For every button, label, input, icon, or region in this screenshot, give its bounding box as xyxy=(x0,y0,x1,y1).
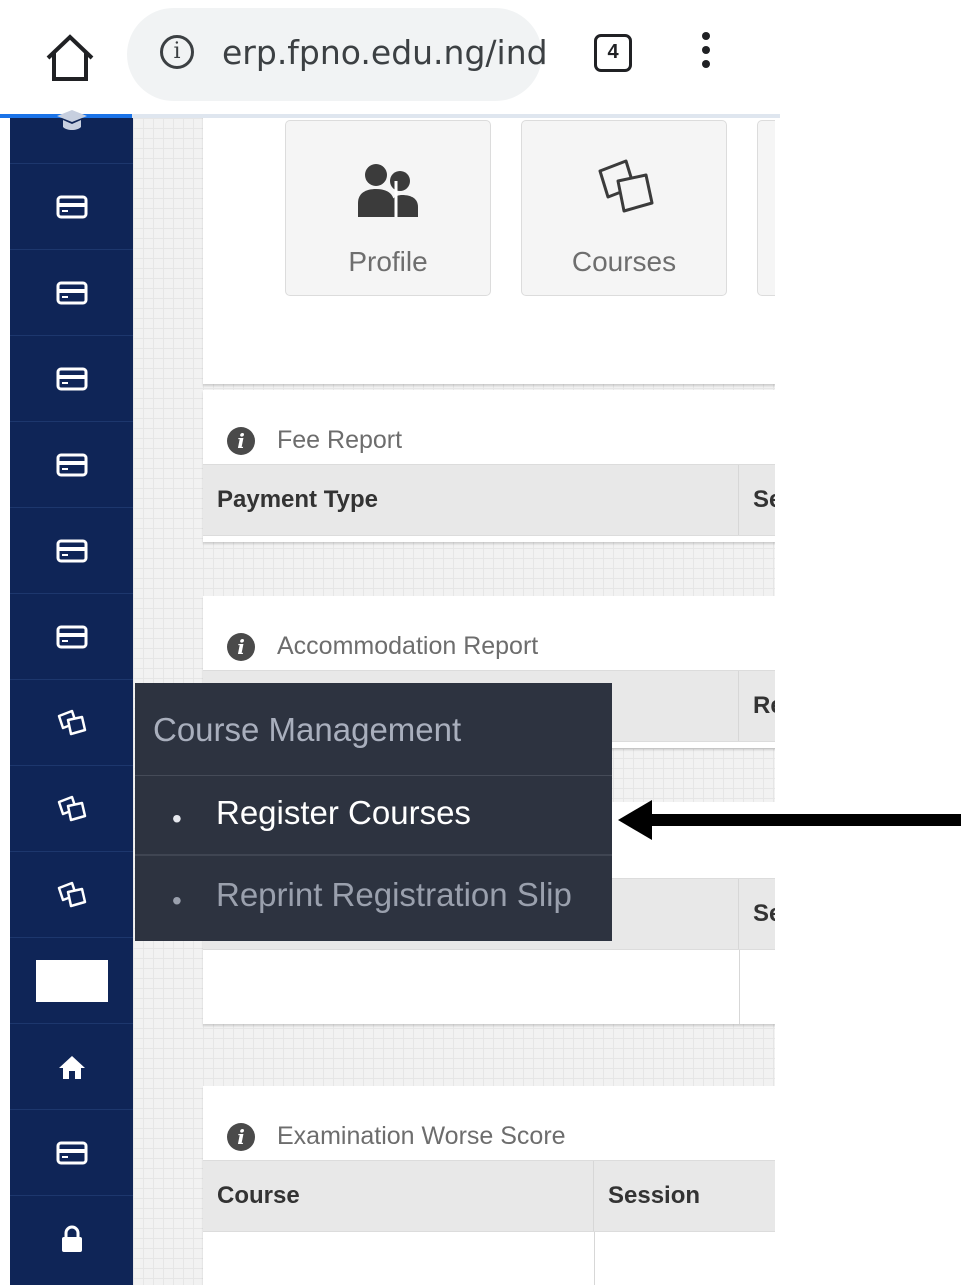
exam-report-heading: i Examination Worse Score xyxy=(227,1122,566,1152)
info-circle-icon: i xyxy=(227,427,255,456)
lock-icon xyxy=(61,1225,82,1252)
exam-report-title: Examination Worse Score xyxy=(277,1122,566,1150)
column-session: Se xyxy=(753,900,775,927)
column-room: Re xyxy=(753,692,775,719)
dropdown-divider xyxy=(135,854,612,856)
book-pages-icon xyxy=(598,159,654,213)
book-pages-icon xyxy=(57,709,86,735)
credit-card-icon xyxy=(56,453,87,476)
register-courses-item[interactable]: • Register Courses xyxy=(135,776,612,856)
next-shortcut[interactable] xyxy=(757,120,775,296)
info-icon[interactable]: i xyxy=(160,35,194,69)
sidebar-item-card-3[interactable] xyxy=(10,336,133,422)
courses-label: Courses xyxy=(571,246,677,277)
bullet: • xyxy=(172,885,182,916)
credit-card-icon xyxy=(56,367,87,390)
accommodation-report-heading: i Accommodation Report xyxy=(227,632,539,662)
profile-shortcut[interactable]: Profile xyxy=(285,120,491,296)
sidebar-item-card-1[interactable] xyxy=(10,164,133,250)
profile-label: Profile xyxy=(348,246,428,277)
credit-card-icon xyxy=(56,281,87,304)
blank-box xyxy=(35,959,108,1002)
sidebar-item-courses-3[interactable] xyxy=(10,852,133,938)
fee-report-title: Fee Report xyxy=(277,426,403,454)
tab-count-button[interactable]: 4 xyxy=(594,34,632,72)
info-circle-icon: i xyxy=(227,633,255,662)
credit-card-icon xyxy=(56,1141,87,1164)
reprint-registration-slip-item[interactable]: • Reprint Registration Slip xyxy=(135,858,612,938)
sidebar-item-courses-1[interactable] xyxy=(10,680,133,766)
column-divider xyxy=(739,950,740,1024)
register-courses-label: Register Courses xyxy=(216,794,471,831)
home-icon xyxy=(58,1055,85,1079)
credit-card-icon xyxy=(56,625,87,648)
credit-card-icon xyxy=(56,195,87,218)
info-circle-icon: i xyxy=(227,1123,255,1152)
sidebar-item-lock[interactable] xyxy=(10,1196,133,1282)
sidebar-item-courses-2[interactable] xyxy=(10,766,133,852)
column-divider xyxy=(594,1232,595,1285)
graduation-cap-icon[interactable] xyxy=(10,78,133,164)
courses-shortcut[interactable]: Courses xyxy=(521,120,727,296)
pointer-arrow-icon xyxy=(618,800,961,840)
sidebar-item-card-4[interactable] xyxy=(10,422,133,508)
sidebar-item-home[interactable] xyxy=(10,1024,133,1110)
url-text[interactable]: erp.fpno.edu.ng/ind xyxy=(222,33,548,72)
kebab-menu-icon[interactable] xyxy=(698,32,714,76)
column-session: Session xyxy=(608,1182,701,1209)
fee-report-heading: i Fee Report xyxy=(227,426,403,456)
exam-report-panel: i Examination Worse Score Course Session xyxy=(203,1086,775,1285)
column-payment-type: Payment Type xyxy=(203,465,739,535)
sidebar-item-card-6[interactable] xyxy=(10,594,133,680)
reprint-registration-slip-label: Reprint Registration Slip xyxy=(216,876,572,913)
bullet: • xyxy=(172,803,182,834)
fee-report-panel: i Fee Report Payment Type Se xyxy=(203,390,775,542)
credit-card-icon xyxy=(56,539,87,562)
accommodation-report-title: Accommodation Report xyxy=(277,632,539,660)
course-management-dropdown: Course Management • Register Courses • R… xyxy=(135,683,612,941)
home-outline-icon[interactable] xyxy=(44,34,96,82)
column-session: Se xyxy=(753,486,775,513)
sidebar-item-blank[interactable] xyxy=(10,938,133,1024)
sidebar xyxy=(10,109,133,1285)
sidebar-item-card-7[interactable] xyxy=(10,1110,133,1196)
sidebar-item-card-2[interactable] xyxy=(10,250,133,336)
exam-table-header: Course Session xyxy=(203,1160,775,1232)
column-course: Course xyxy=(203,1161,594,1231)
fee-report-table-header: Payment Type Se xyxy=(203,464,775,536)
book-pages-icon xyxy=(57,881,86,907)
sidebar-item-card-5[interactable] xyxy=(10,508,133,594)
book-pages-icon xyxy=(57,795,86,821)
shortcut-panel: Profile Courses xyxy=(203,118,775,384)
users-icon xyxy=(358,164,418,217)
dropdown-title: Course Management xyxy=(153,711,462,748)
